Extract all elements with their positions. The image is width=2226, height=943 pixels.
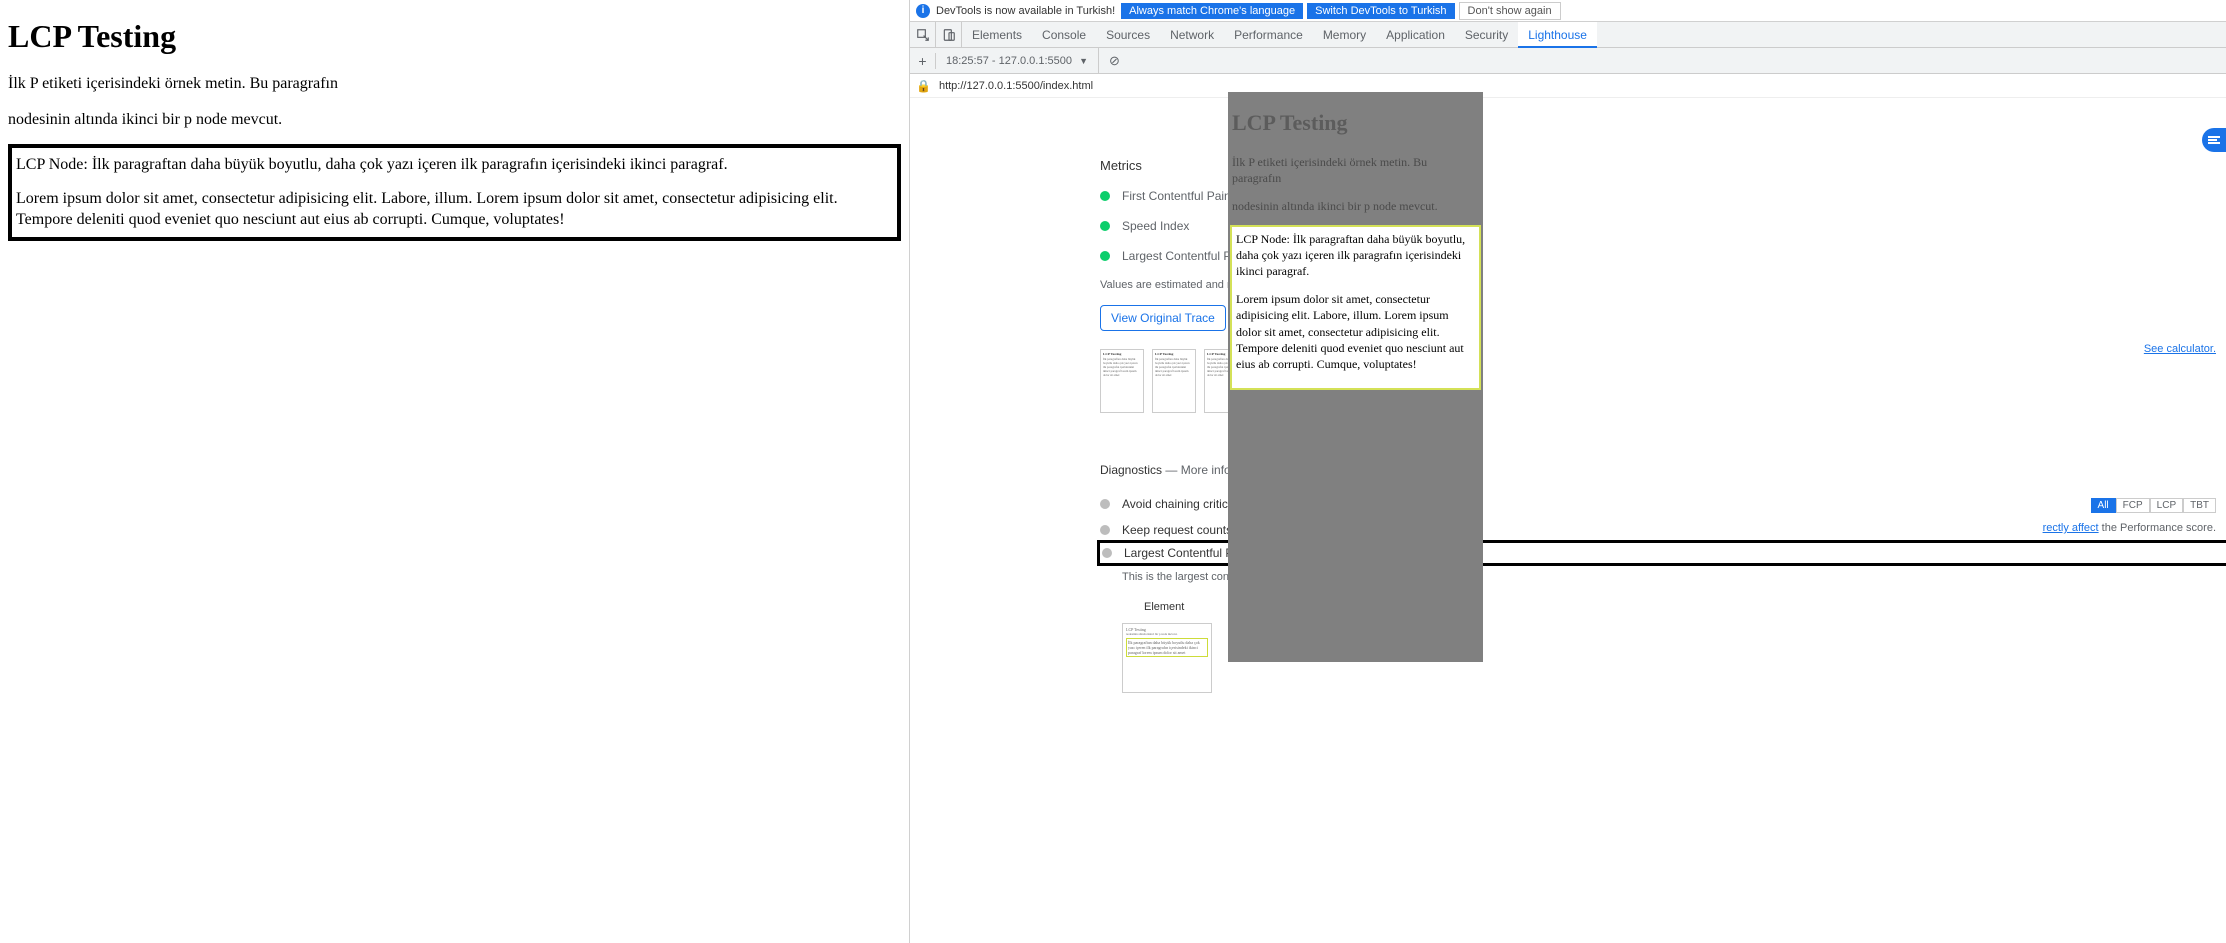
info-icon: i [916,4,930,18]
tab-application[interactable]: Application [1376,22,1455,48]
diagnostics-note-tail: rectly affect the Performance score. [2043,522,2216,534]
tab-memory[interactable]: Memory [1313,22,1376,48]
lcp-element-thumbnail[interactable]: LCP Testing nodesinin altında ikinci bir… [1122,623,1212,693]
rendered-page: LCP Testing İlk P etiketi içerisindeki ö… [0,0,910,943]
tab-console[interactable]: Console [1032,22,1096,48]
popup-paragraph-2: nodesinin altında ikinci bir p node mevc… [1232,198,1479,214]
see-calculator-link[interactable]: See calculator. [2144,343,2216,355]
tab-security[interactable]: Security [1455,22,1518,48]
lighthouse-report: Metrics First Contentful Paint Speed Ind… [910,98,2226,943]
diagnostics-filter: All FCP LCP TBT [2091,498,2216,513]
filmstrip-frame[interactable]: LCP Testingİlk paragraftan daha büyük bo… [1100,349,1144,413]
device-toolbar-icon[interactable] [936,22,962,48]
status-dot-green-icon [1100,191,1110,201]
metric-label: Speed Index [1122,219,1189,233]
lcp-highlight-box: LCP Node: İlk paragraftan daha büyük boy… [8,144,901,241]
filmstrip-frame[interactable]: LCP Testingİlk paragraftan daha büyük bo… [1152,349,1196,413]
tab-sources[interactable]: Sources [1096,22,1160,48]
page-paragraph-1: İlk P etiketi içerisindeki örnek metin. … [8,73,901,95]
status-dot-grey-icon [1100,499,1110,509]
report-selector[interactable]: 18:25:57 - 127.0.0.1:5500 ▼ [936,48,1099,74]
popup-lcp-paragraph-1: LCP Node: İlk paragraftan daha büyük boy… [1236,231,1475,280]
devtools-tabstrip: Elements Console Sources Network Perform… [910,22,2226,48]
lcp-paragraph-2: Lorem ipsum dolor sit amet, consectetur … [16,188,893,231]
insecure-lock-icon: 🔒 [916,79,931,93]
status-dot-grey-icon [1100,525,1110,535]
tab-performance[interactable]: Performance [1224,22,1313,48]
inspect-element-icon[interactable] [910,22,936,48]
filter-pill-fcp[interactable]: FCP [2116,498,2150,513]
clear-icon[interactable]: ⊘ [1109,53,1120,69]
lcp-paragraph-1: LCP Node: İlk paragraftan daha büyük boy… [16,154,893,176]
element-preview-popup: LCP Testing İlk P etiketi içerisindeki ö… [1228,92,1483,662]
status-dot-green-icon [1100,221,1110,231]
popup-highlighted-element: LCP Node: İlk paragraftan daha büyük boy… [1232,227,1479,389]
devtools-infobar: i DevTools is now available in Turkish! … [910,0,2226,22]
report-url-row: 🔒 http://127.0.0.1:5500/index.html [910,74,2226,98]
page-paragraph-2: nodesinin altında ikinci bir p node mevc… [8,109,901,131]
filter-pill-all[interactable]: All [2091,498,2116,513]
dont-show-again-button[interactable]: Don't show again [1459,2,1561,20]
report-timestamp: 18:25:57 - 127.0.0.1:5500 [946,55,1072,67]
tab-lighthouse[interactable]: Lighthouse [1518,22,1597,48]
popup-lcp-paragraph-2: Lorem ipsum dolor sit amet, consectetur … [1236,291,1475,372]
report-url: http://127.0.0.1:5500/index.html [939,80,1093,92]
infobar-text: DevTools is now available in Turkish! [936,5,1115,17]
popup-paragraph-1: İlk P etiketi içerisindeki örnek metin. … [1232,154,1479,186]
metric-label: First Contentful Paint [1122,189,1234,203]
lighthouse-settings-toggle[interactable] [2202,128,2226,152]
filter-pill-tbt[interactable]: TBT [2183,498,2216,513]
new-report-button[interactable]: + [910,53,936,69]
chevron-down-icon: ▼ [1079,56,1088,66]
tab-network[interactable]: Network [1160,22,1224,48]
view-original-trace-button[interactable]: View Original Trace [1100,305,1226,331]
popup-title: LCP Testing [1232,110,1479,136]
devtools-panel: i DevTools is now available in Turkish! … [910,0,2226,943]
always-match-language-button[interactable]: Always match Chrome's language [1121,3,1303,19]
status-dot-green-icon [1100,251,1110,261]
status-dot-grey-icon [1102,548,1112,558]
filter-pill-lcp[interactable]: LCP [2150,498,2183,513]
lighthouse-toolbar: + 18:25:57 - 127.0.0.1:5500 ▼ ⊘ [910,48,2226,74]
switch-devtools-turkish-button[interactable]: Switch DevTools to Turkish [1307,3,1454,19]
page-title: LCP Testing [8,18,901,55]
tab-elements[interactable]: Elements [962,22,1032,48]
